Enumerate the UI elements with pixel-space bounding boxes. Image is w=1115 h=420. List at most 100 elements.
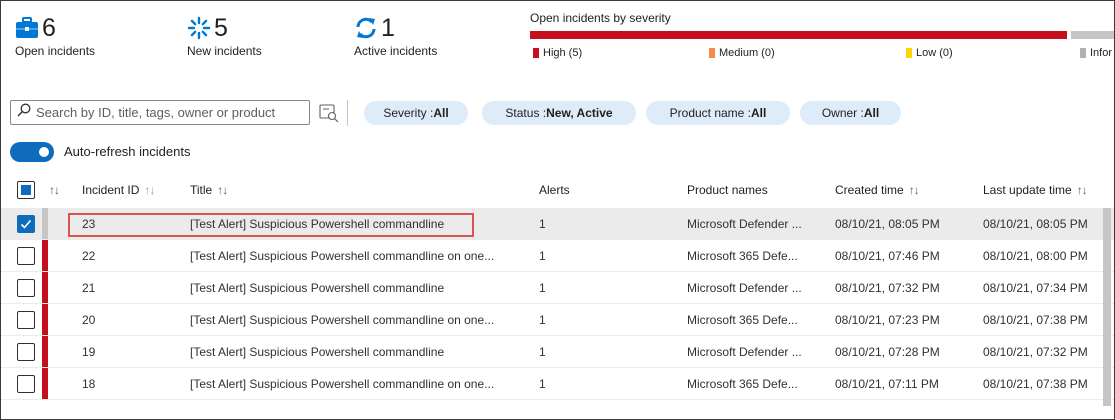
filter-product-name[interactable]: Product name : All	[646, 101, 790, 125]
row-divider	[1, 399, 1114, 400]
new-incidents-count: 5	[214, 14, 228, 42]
select-all-indeterminate	[21, 185, 31, 195]
legend-low-swatch	[906, 48, 912, 58]
column-created-time[interactable]: Created time ↑↓	[835, 173, 920, 207]
toolbar-divider	[347, 100, 348, 126]
auto-refresh-toggle[interactable]	[10, 142, 54, 162]
product-names: Microsoft 365 Defe...	[687, 249, 798, 263]
row-checkbox[interactable]	[17, 215, 35, 233]
legend-high-swatch	[533, 48, 539, 58]
column-title[interactable]: Title ↑↓	[190, 173, 228, 207]
product-names: Microsoft 365 Defe...	[687, 377, 798, 391]
sort-icon: ↑↓	[908, 183, 920, 197]
column-alerts[interactable]: Alerts	[539, 173, 570, 207]
column-incident-id[interactable]: Incident ID ↑↓	[82, 173, 155, 207]
incident-title[interactable]: [Test Alert] Suspicious Powershell comma…	[190, 240, 520, 272]
spinner-icon	[187, 16, 211, 40]
filter-severity[interactable]: Severity : All	[364, 101, 468, 125]
incident-id: 19	[82, 345, 96, 359]
created-time: 08/10/21, 07:23 PM	[835, 313, 940, 327]
incidents-page: 6 Open incidents 5 New incidents 1 Activ…	[0, 0, 1115, 420]
severity-bar-high[interactable]	[530, 31, 1067, 39]
table-header: ↑↓ Incident ID ↑↓ Title ↑↓ Alerts Produc…	[1, 173, 1114, 207]
row-checkbox[interactable]	[17, 247, 35, 265]
table-row[interactable]: 20 [Test Alert] Suspicious Powershell co…	[1, 304, 1114, 336]
table-scrollbar[interactable]	[1103, 208, 1111, 406]
last-update-time: 08/10/21, 08:05 PM	[983, 217, 1088, 231]
search-box[interactable]	[10, 100, 310, 125]
last-update-time: 08/10/21, 07:34 PM	[983, 281, 1088, 295]
open-incidents-count: 6	[42, 14, 56, 42]
filter-status-key: Status :	[505, 106, 547, 120]
sort-icon: ↑↓	[144, 183, 155, 197]
severity-indicator	[42, 304, 48, 336]
legend-informational-swatch	[1080, 48, 1086, 58]
severity-indicator	[42, 368, 48, 400]
new-incidents-label: New incidents	[187, 44, 262, 58]
filter-owner-key: Owner :	[821, 106, 864, 120]
column-last-update-time-label: Last update time	[983, 183, 1072, 197]
search-input[interactable]	[36, 105, 301, 120]
incident-title[interactable]: [Test Alert] Suspicious Powershell comma…	[190, 304, 520, 336]
last-update-time: 08/10/21, 08:00 PM	[983, 249, 1088, 263]
sort-icon: ↑↓	[49, 183, 60, 197]
filter-product-key: Product name :	[669, 106, 752, 120]
column-created-time-label: Created time	[835, 183, 904, 197]
legend-low: Low (0)	[906, 47, 953, 59]
toggle-knob	[39, 147, 49, 157]
product-names: Microsoft Defender ...	[687, 217, 802, 231]
new-incidents-stat[interactable]: 5 New incidents	[187, 13, 262, 58]
created-time: 08/10/21, 07:32 PM	[835, 281, 940, 295]
legend-high: High (5)	[533, 47, 582, 59]
legend-low-label: Low (0)	[916, 47, 953, 59]
active-incidents-count: 1	[381, 14, 395, 42]
alerts-count: 1	[539, 377, 546, 391]
filter-status-value: New, Active	[546, 106, 613, 120]
filter-query-icon[interactable]	[319, 103, 339, 128]
column-last-update-time[interactable]: Last update time ↑↓	[983, 173, 1088, 207]
select-all-checkbox[interactable]	[17, 181, 35, 199]
sort-icon: ↑↓	[217, 183, 228, 197]
incident-summary: 6 Open incidents 5 New incidents 1 Activ…	[1, 1, 1114, 89]
severity-title: Open incidents by severity	[530, 11, 671, 25]
row-checkbox[interactable]	[17, 375, 35, 393]
sort-icon: ↑↓	[1076, 183, 1088, 197]
created-time: 08/10/21, 07:28 PM	[835, 345, 940, 359]
column-product-names[interactable]: Product names	[687, 173, 768, 207]
table-row[interactable]: 22 [Test Alert] Suspicious Powershell co…	[1, 240, 1114, 272]
created-time: 08/10/21, 07:11 PM	[835, 377, 939, 391]
column-incident-id-label: Incident ID	[82, 183, 140, 197]
table-row[interactable]: 19 [Test Alert] Suspicious Powershell co…	[1, 336, 1114, 368]
row-checkbox[interactable]	[17, 311, 35, 329]
table-row[interactable]: 18 [Test Alert] Suspicious Powershell co…	[1, 368, 1114, 400]
open-incidents-label: Open incidents	[15, 44, 96, 58]
severity-indicator	[42, 272, 48, 304]
incident-title[interactable]: [Test Alert] Suspicious Powershell comma…	[190, 272, 520, 304]
alerts-count: 1	[539, 345, 546, 359]
incident-id: 21	[82, 281, 96, 295]
open-incidents-stat[interactable]: 6 Open incidents	[15, 13, 95, 58]
row-checkbox[interactable]	[17, 343, 35, 361]
alerts-count: 1	[539, 281, 546, 295]
last-update-time: 08/10/21, 07:32 PM	[983, 345, 1088, 359]
filter-product-value: All	[751, 106, 767, 120]
severity-indicator	[42, 336, 48, 368]
incident-title[interactable]: [Test Alert] Suspicious Powershell comma…	[190, 368, 520, 400]
checkmark-icon	[20, 219, 32, 229]
legend-medium-label: Medium (0)	[719, 47, 775, 59]
active-incidents-stat[interactable]: 1 Active incidents	[354, 13, 437, 58]
severity-sort-button[interactable]: ↑↓	[49, 173, 60, 207]
legend-high-label: High (5)	[543, 47, 583, 59]
incident-title[interactable]: [Test Alert] Suspicious Powershell comma…	[190, 336, 520, 368]
column-alerts-label: Alerts	[539, 183, 570, 197]
alerts-count: 1	[539, 313, 546, 327]
legend-informational: Infor	[1080, 47, 1112, 59]
row-checkbox[interactable]	[17, 279, 35, 297]
search-icon	[17, 103, 31, 122]
table-row[interactable]: 21 [Test Alert] Suspicious Powershell co…	[1, 272, 1114, 304]
filter-status[interactable]: Status : New, Active	[482, 101, 636, 125]
filter-owner[interactable]: Owner : All	[800, 101, 901, 125]
product-names: Microsoft Defender ...	[687, 281, 802, 295]
severity-bar-informational[interactable]	[1071, 31, 1114, 39]
selected-incident-highlight	[68, 213, 474, 237]
